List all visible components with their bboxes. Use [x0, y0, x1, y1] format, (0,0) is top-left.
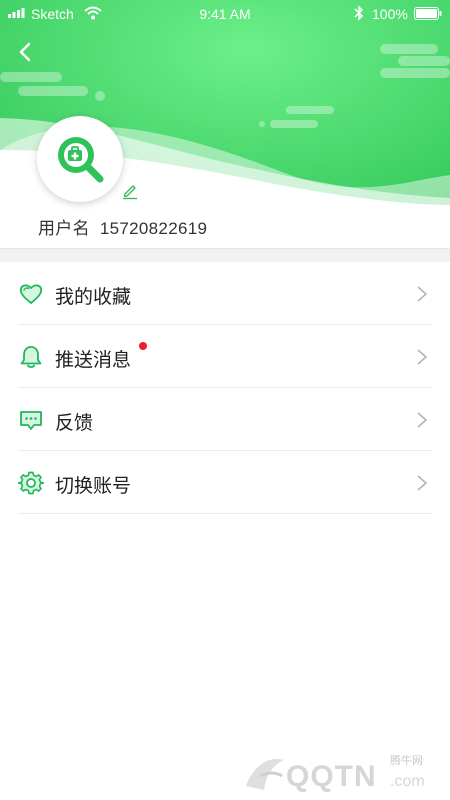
battery-icon — [414, 7, 442, 20]
menu-item-label: 反馈 — [55, 413, 94, 434]
menu-item-favorites[interactable]: 我的收藏 — [18, 262, 432, 325]
username-label: 用户名 — [38, 219, 90, 238]
chevron-right-icon — [417, 349, 428, 365]
svg-text:QQTN: QQTN — [286, 760, 377, 793]
settings-menu: 我的收藏 推送消息 反馈 切换账号 — [0, 262, 450, 514]
unread-badge — [139, 342, 147, 350]
battery-percent: 100% — [372, 6, 408, 22]
feedback-chat-icon — [20, 411, 42, 430]
heart-icon — [19, 284, 43, 304]
chevron-right-icon — [417, 412, 428, 428]
back-arrow-icon — [19, 42, 31, 62]
chevron-right-icon — [417, 286, 428, 302]
menu-item-feedback[interactable]: 反馈 — [18, 388, 432, 451]
section-divider — [0, 248, 450, 262]
bluetooth-icon — [354, 5, 364, 21]
gear-icon — [18, 471, 44, 495]
chevron-right-icon — [417, 475, 428, 491]
back-button[interactable] — [12, 38, 40, 66]
pencil-icon — [123, 185, 137, 200]
menu-item-label: 推送消息 — [55, 350, 132, 371]
menu-item-label: 我的收藏 — [55, 287, 132, 308]
username-row: 用户名 15720822619 — [38, 214, 207, 239]
menu-item-label: 切换账号 — [55, 476, 132, 497]
menu-item-push-messages[interactable]: 推送消息 — [18, 325, 432, 388]
avatar[interactable] — [37, 116, 123, 202]
qqtn-watermark-logo: QQTN .com 腾牛网 — [246, 753, 425, 793]
profile-header: Sketch 9:41 AM 100% 用户名 15720822619 — [0, 0, 450, 250]
medical-search-icon — [58, 137, 104, 183]
menu-item-switch-account[interactable]: 切换账号 — [18, 451, 432, 514]
bell-icon — [20, 346, 42, 368]
username-value: 15720822619 — [99, 219, 208, 238]
svg-text:腾牛网: 腾牛网 — [390, 753, 423, 767]
svg-text:.com: .com — [390, 773, 425, 790]
edit-profile-button[interactable] — [121, 182, 139, 200]
status-bar: Sketch 9:41 AM 100% — [0, 0, 450, 28]
